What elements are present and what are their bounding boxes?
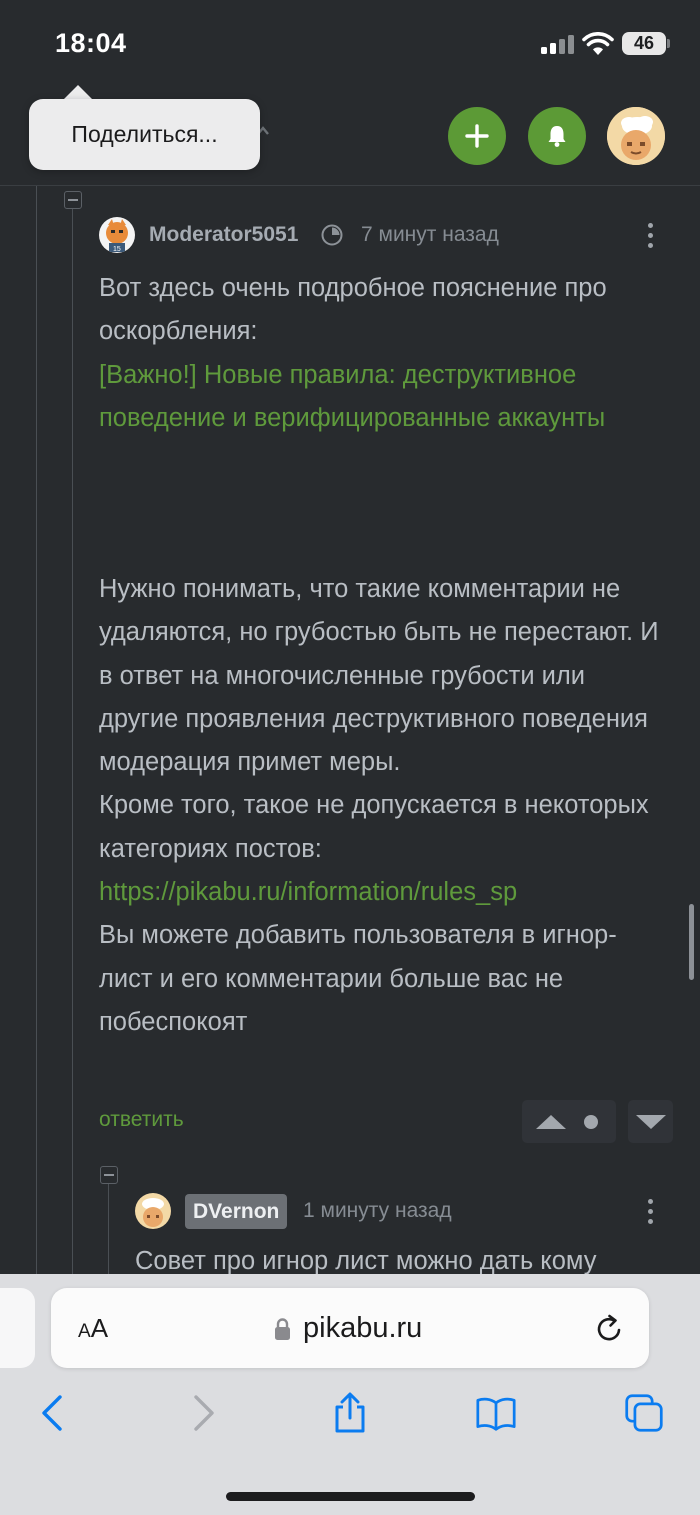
thread-line-parent [72,206,73,1276]
previous-tab-preview[interactable] [0,1288,35,1368]
tabs-icon[interactable] [624,1392,664,1434]
bell-icon [548,126,566,147]
cellular-signal-icon [541,34,575,54]
address-url[interactable]: pikabu.ru [303,1312,422,1345]
comment-more-icon[interactable] [648,223,654,253]
comment-text-ignore: Вы можете добавить пользователя в игнор-… [99,921,617,1036]
rules-url-link[interactable]: https://pikabu.ru/information/rules_sp [99,871,669,914]
comment-body-continued: Нужно понимать, что такие комментарии не… [99,568,669,1044]
rating-hidden-dot [584,1115,598,1129]
moderator-badge-icon [321,224,343,246]
comment-text-intro: Вот здесь очень подробное пояснение про … [99,274,607,346]
thread-line-outer [36,186,37,1276]
status-time: 18:04 [55,28,127,58]
thread-line-reply [108,1184,109,1276]
reply-text-preview: Совет про игнор лист можно дать кому [135,1247,597,1275]
share-icon[interactable] [330,1392,370,1434]
home-indicator [226,1492,475,1501]
upvote-button[interactable] [536,1115,566,1129]
bookmarks-icon[interactable] [476,1392,516,1434]
reply-button[interactable]: ответить [99,1108,184,1132]
share-tooltip[interactable]: Поделиться... [29,99,260,170]
svg-text:15: 15 [113,246,121,253]
reply-username[interactable]: DVernon [185,1194,288,1229]
forward-icon[interactable] [182,1392,222,1434]
dvernon-avatar[interactable] [135,1193,171,1229]
comment-body: Вот здесь очень подробное пояснение про … [99,267,669,440]
add-post-button[interactable] [448,107,506,165]
collapse-thread-button[interactable] [64,191,82,209]
reply-more-icon[interactable] [648,1199,654,1229]
scrollbar[interactable] [689,904,694,980]
reload-icon[interactable] [594,1313,626,1345]
collapse-reply-button[interactable] [100,1166,118,1184]
user-avatar[interactable] [607,107,665,165]
back-icon[interactable] [34,1392,74,1434]
wifi-icon [582,32,614,55]
comment-username[interactable]: Moderator5051 [149,223,298,247]
vote-down-box [628,1100,673,1143]
downvote-button[interactable] [636,1115,666,1129]
rules-link[interactable]: [Важно!] Новые правила: деструктивное по… [99,354,669,441]
comment-text-main: Нужно понимать, что такие комментарии не… [99,575,659,777]
battery-indicator: 46 [622,32,666,55]
moderator-avatar[interactable]: 15 [99,217,135,253]
lock-icon [275,1318,290,1340]
header-divider [0,185,700,186]
plus-icon [465,124,489,148]
avatar-image [607,107,665,165]
comment-text-categories: Кроме того, такое не допускается в некот… [99,791,649,863]
notifications-button[interactable] [528,107,586,165]
text-size-button[interactable]: AA [78,1313,108,1344]
reply-time: 1 минуту назад [303,1199,452,1222]
comment-time: 7 минут назад [361,223,499,246]
battery-tip [667,39,670,48]
vote-up-box [522,1100,616,1143]
